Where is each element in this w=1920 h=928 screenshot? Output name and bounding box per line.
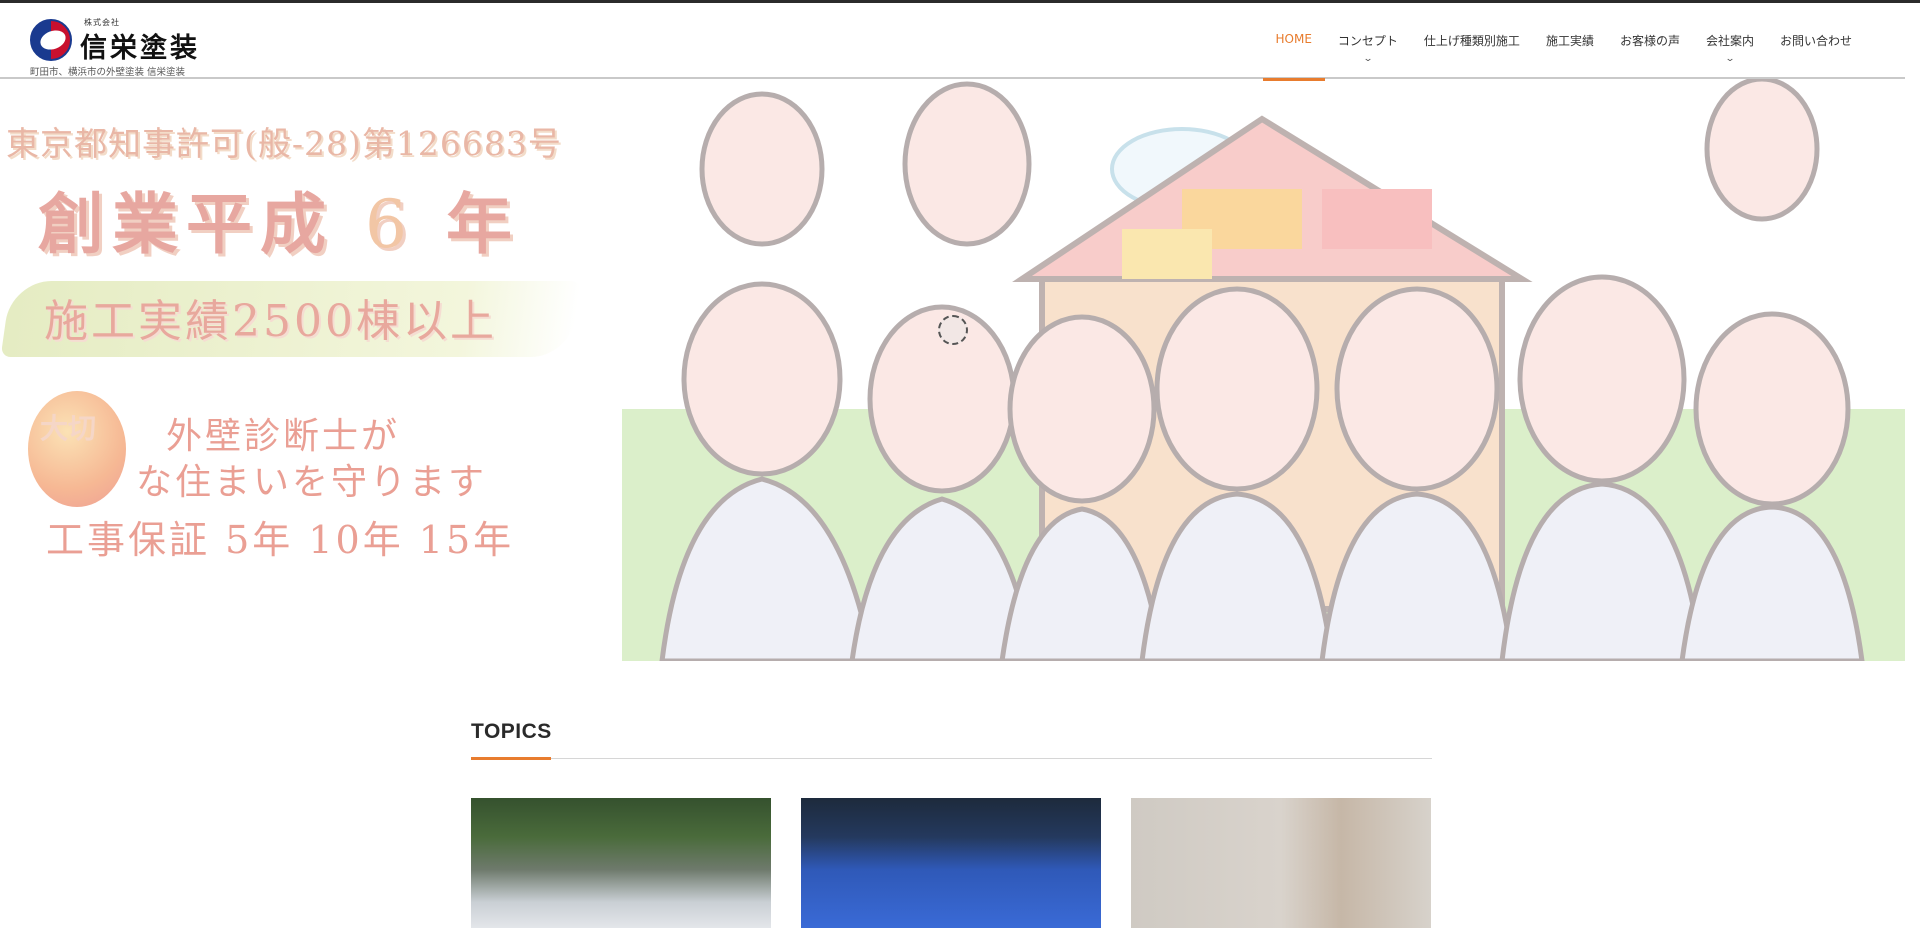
founded-number: 6 [364,186,415,263]
nav-item-label: 仕上げ種類別施工 [1423,34,1520,48]
topics-section: TOPICS [471,720,1432,928]
site-logo[interactable]: 株式会社 信栄塗装 町田市、横浜市の外壁塗装 信栄塗装 [28,17,208,79]
nav-item-label: お問い合わせ [1779,34,1852,48]
nav-item-works[interactable]: 施工実績 [1533,3,1607,79]
taisetsu-badge: 大切 [28,391,126,507]
nav-item-voices[interactable]: お客様の声 [1607,3,1693,79]
nav-item-label: HOME [1275,32,1312,46]
main-nav: HOME コンセプト ⌄ 仕上げ種類別施工 施工実績 お客様の声 会社案内 ⌄ … [1262,3,1866,81]
warranty-text: 工事保証 5年 10年 15年 [46,518,515,562]
founded-suffix: 年 [445,185,520,263]
site-header: 株式会社 信栄塗装 町田市、横浜市の外壁塗装 信栄塗装 HOME コンセプト ⌄… [0,3,1905,81]
logo-tagline: 町田市、横浜市の外壁塗装 信栄塗装 [30,67,186,78]
hero-copy: 東京都知事許可(般-28)第126683号 創業平成 6 年 施工実績2500棟… [0,79,600,579]
construction-license: 東京都知事許可(般-28)第126683号 [6,124,562,163]
logo-company-name: 信栄塗装 [80,33,200,64]
nav-item-finish-types[interactable]: 仕上げ種類別施工 [1411,3,1533,79]
topic-card-construction-sign[interactable] [1131,798,1431,928]
logo-mark-icon [30,19,72,61]
nav-item-label: 施工実績 [1545,34,1594,48]
nav-item-label: コンセプト [1337,34,1398,48]
topic-card-staff-portrait[interactable] [471,798,771,928]
topics-cards [471,798,1432,928]
chevron-down-icon: ⌄ [1724,54,1736,64]
diagnostician-line2: な住まいを守ります [136,462,488,503]
founded-year: 創業平成 6 年 [38,171,520,267]
topic-card-blue-building[interactable] [801,798,1101,928]
loading-cursor-icon [938,315,968,345]
hero-banner: 東京都知事許可(般-28)第126683号 創業平成 6 年 施工実績2500棟… [0,79,1905,661]
nav-item-company[interactable]: 会社案内 ⌄ [1693,3,1767,79]
staff-caricature-illustration [622,79,1905,661]
topics-heading: TOPICS [471,720,552,743]
nav-item-label: お客様の声 [1619,34,1680,48]
nav-item-contact[interactable]: お問い合わせ [1767,3,1865,79]
founded-prefix: 創業平成 [38,185,334,263]
diagnostician-line1: 外壁診断士が [166,416,401,457]
construction-record: 施工実績2500棟以上 [44,296,497,347]
taisetsu-text: 大切 [40,412,97,445]
chevron-down-icon: ⌄ [1362,54,1374,64]
nav-item-home[interactable]: HOME [1262,3,1326,81]
nav-item-label: 会社案内 [1705,34,1754,48]
topics-divider [471,757,1432,760]
nav-item-concept[interactable]: コンセプト ⌄ [1325,3,1411,79]
